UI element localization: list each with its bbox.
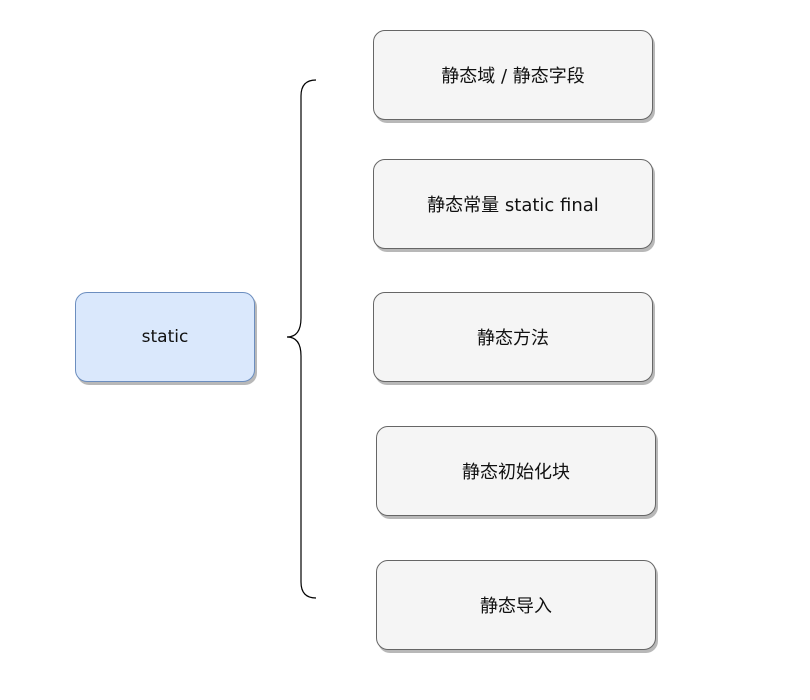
child-node-static-init-block[interactable]: 静态初始化块 xyxy=(376,426,656,516)
child-node-label: 静态域 / 静态字段 xyxy=(441,66,585,87)
child-node-label: 静态初始化块 xyxy=(462,462,570,483)
child-node-label: 静态常量 static final xyxy=(427,195,599,216)
child-node-label: 静态方法 xyxy=(477,328,549,349)
curly-brace xyxy=(286,79,317,599)
root-node-label: static xyxy=(141,327,189,347)
child-node-static-field[interactable]: 静态域 / 静态字段 xyxy=(373,30,653,120)
child-node-label: 静态导入 xyxy=(480,596,552,617)
child-node-static-method[interactable]: 静态方法 xyxy=(373,292,653,382)
root-node-static[interactable]: static xyxy=(75,292,255,382)
child-node-static-import[interactable]: 静态导入 xyxy=(376,560,656,650)
child-node-static-constant[interactable]: 静态常量 static final xyxy=(373,159,653,249)
